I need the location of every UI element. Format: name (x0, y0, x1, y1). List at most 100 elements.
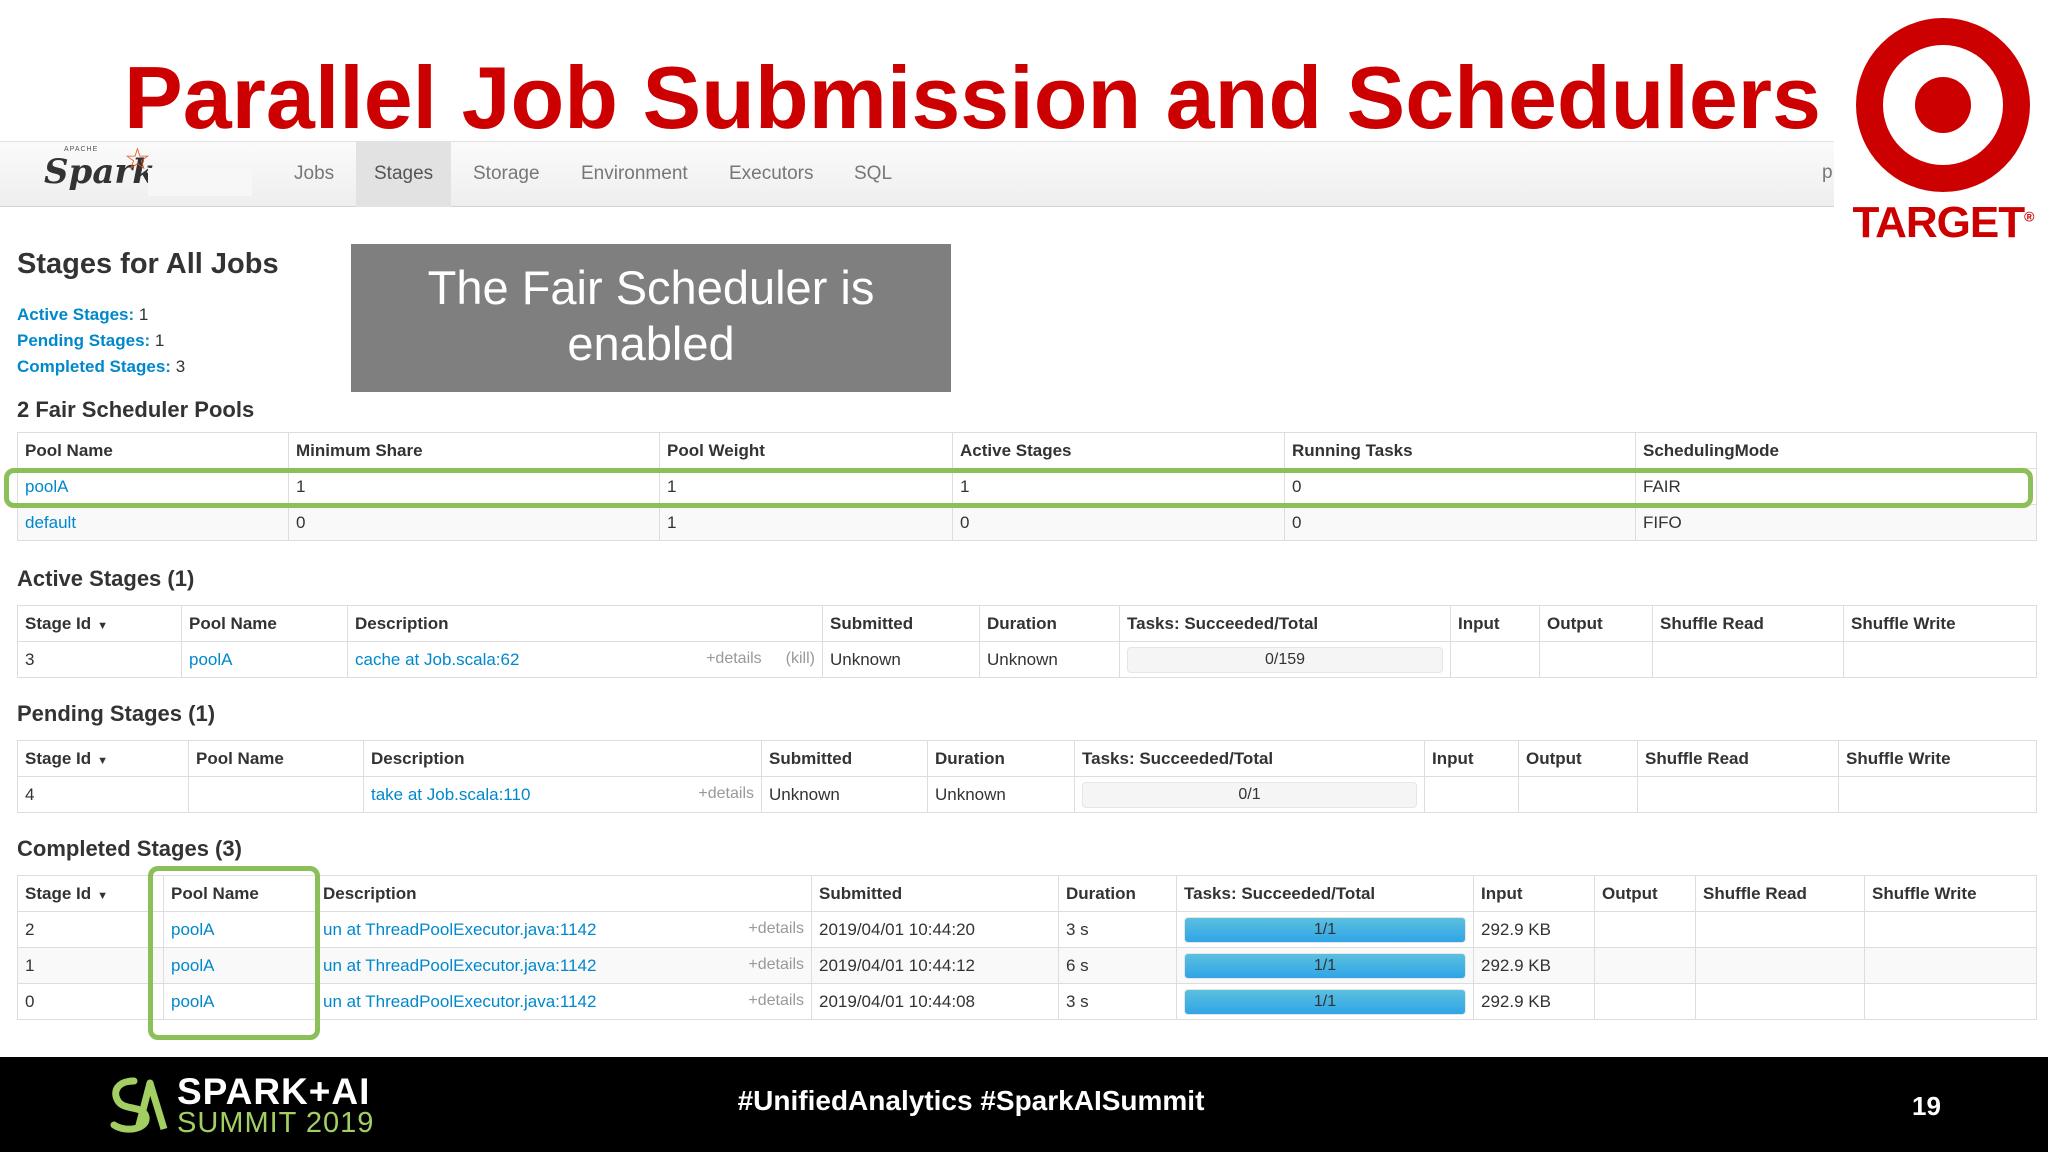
col-pool-name[interactable]: Pool Name (17, 432, 289, 469)
col-submitted[interactable]: Submitted (811, 875, 1059, 912)
stage-id: 2 (17, 911, 164, 948)
submitted: 2019/04/01 10:44:08 (811, 983, 1059, 1020)
pool-name-highlight-box (148, 866, 320, 1040)
col-shuffle-write[interactable]: Shuffle Write (1864, 875, 2037, 912)
spark-logo[interactable]: APACHE Spark ☆ (42, 143, 156, 198)
tab-stages[interactable]: Stages (356, 141, 452, 207)
stage-description-link[interactable]: un at ThreadPoolExecutor.java:1142 (323, 992, 596, 1011)
col-shuffle-read[interactable]: Shuffle Read (1652, 605, 1844, 642)
col-pool-name[interactable]: Pool Name (181, 605, 348, 642)
col-submitted[interactable]: Submitted (761, 740, 928, 777)
tasks-progress-label: 1/1 (1313, 920, 1337, 938)
col-input[interactable]: Input (1450, 605, 1540, 642)
output (1594, 983, 1696, 1020)
input: 292.9 KB (1473, 911, 1595, 948)
pending-header-row: Stage Id ▼ Pool Name Description Submitte… (17, 740, 2037, 777)
target-center-dot (1915, 77, 1971, 133)
shuffle-read (1637, 776, 1839, 813)
shuffle-write (1864, 983, 2037, 1020)
summary-pending-count: 1 (154, 331, 165, 350)
sort-down-icon: ▼ (97, 754, 109, 767)
col-active-stages[interactable]: Active Stages (952, 432, 1285, 469)
page-heading: Stages for All Jobs (17, 248, 279, 280)
shuffle-write (1864, 947, 2037, 984)
col-duration[interactable]: Duration (979, 605, 1120, 642)
tasks-progress-label: 1/1 (1313, 956, 1337, 974)
summary-completed-link[interactable]: Completed Stages: (17, 357, 171, 376)
pool-name-link[interactable]: default (17, 504, 289, 541)
col-submitted[interactable]: Submitted (822, 605, 980, 642)
navbar-app-name-truncated[interactable]: p (1822, 162, 1833, 184)
submitted: Unknown (761, 776, 928, 813)
col-output[interactable]: Output (1594, 875, 1696, 912)
active-stages: 0 (952, 504, 1285, 541)
col-output[interactable]: Output (1518, 740, 1638, 777)
col-input[interactable]: Input (1424, 740, 1519, 777)
tab-jobs[interactable]: Jobs (276, 141, 352, 207)
col-duration[interactable]: Duration (1058, 875, 1177, 912)
summary-pending: Pending Stages: 1 (17, 331, 164, 351)
target-wordmark: TARGET® (1848, 198, 2038, 248)
stage-description-link[interactable]: un at ThreadPoolExecutor.java:1142 (323, 956, 596, 975)
col-minimum-share[interactable]: Minimum Share (288, 432, 660, 469)
col-pool-name[interactable]: Pool Name (188, 740, 364, 777)
submitted: Unknown (822, 641, 980, 678)
tasks-progress-label: 1/1 (1313, 992, 1337, 1010)
col-output[interactable]: Output (1539, 605, 1653, 642)
col-shuffle-read[interactable]: Shuffle Read (1637, 740, 1839, 777)
col-shuffle-write[interactable]: Shuffle Write (1843, 605, 2037, 642)
spark-version-box (148, 168, 252, 196)
summary-pending-link[interactable]: Pending Stages: (17, 331, 150, 350)
summary-active-link[interactable]: Active Stages: (17, 305, 134, 324)
details-link[interactable]: +details (748, 956, 804, 974)
details-link[interactable]: +details (706, 650, 762, 668)
tasks-cell: 1/1 (1176, 947, 1474, 984)
pool-name-link[interactable] (188, 776, 364, 813)
tasks-cell: 0/159 (1119, 641, 1451, 678)
col-stage-id[interactable]: Stage Id ▼ (17, 740, 189, 777)
submitted: 2019/04/01 10:44:12 (811, 947, 1059, 984)
tab-storage[interactable]: Storage (455, 141, 558, 207)
stage-id: 3 (17, 641, 182, 678)
col-shuffle-read[interactable]: Shuffle Read (1695, 875, 1865, 912)
stage-description-link[interactable]: cache at Job.scala:62 (355, 650, 519, 669)
col-description[interactable]: Description (363, 740, 762, 777)
shuffle-write (1843, 641, 2037, 678)
submitted: 2019/04/01 10:44:20 (811, 911, 1059, 948)
tasks-progress-bar: 1/1 (1184, 988, 1466, 1015)
stage-description-link[interactable]: un at ThreadPoolExecutor.java:1142 (323, 920, 596, 939)
col-tasks[interactable]: Tasks: Succeeded/Total (1176, 875, 1474, 912)
col-pool-weight[interactable]: Pool Weight (659, 432, 953, 469)
col-input[interactable]: Input (1473, 875, 1595, 912)
completed-stages-heading: Completed Stages (3) (17, 836, 242, 861)
table-row: 4 take at Job.scala:110 +details Unknown… (17, 776, 2037, 813)
pool-name-link[interactable]: poolA (181, 641, 348, 678)
col-tasks[interactable]: Tasks: Succeeded/Total (1074, 740, 1425, 777)
slide-page-number: 19 (1912, 1091, 1941, 1121)
shuffle-read (1652, 641, 1844, 678)
tab-executors[interactable]: Executors (711, 141, 831, 207)
completed-stages-table: Stage Id ▼ Pool Name Description Submitte… (17, 875, 2037, 1020)
tab-sql[interactable]: SQL (836, 141, 910, 207)
summary-active: Active Stages: 1 (17, 305, 148, 325)
shuffle-read (1695, 983, 1865, 1020)
col-running-tasks[interactable]: Running Tasks (1284, 432, 1636, 469)
target-word: TARGET (1852, 198, 2026, 247)
stage-description-link[interactable]: take at Job.scala:110 (371, 785, 530, 804)
col-stage-id[interactable]: Stage Id ▼ (17, 875, 164, 912)
tab-environment[interactable]: Environment (563, 141, 706, 207)
active-header-row: Stage Id ▼ Pool Name Description Submitte… (17, 605, 2037, 642)
details-link[interactable]: +details (698, 785, 754, 803)
col-description[interactable]: Description (347, 605, 823, 642)
col-duration[interactable]: Duration (927, 740, 1075, 777)
col-scheduling-mode[interactable]: SchedulingMode (1635, 432, 2037, 469)
details-link[interactable]: +details (748, 992, 804, 1010)
description-cell: take at Job.scala:110 +details (363, 776, 762, 813)
col-shuffle-write[interactable]: Shuffle Write (1838, 740, 2037, 777)
kill-link[interactable]: (kill) (786, 650, 815, 668)
col-description[interactable]: Description (315, 875, 812, 912)
details-link[interactable]: +details (748, 920, 804, 938)
col-stage-id[interactable]: Stage Id ▼ (17, 605, 182, 642)
col-tasks[interactable]: Tasks: Succeeded/Total (1119, 605, 1451, 642)
output (1594, 947, 1696, 984)
